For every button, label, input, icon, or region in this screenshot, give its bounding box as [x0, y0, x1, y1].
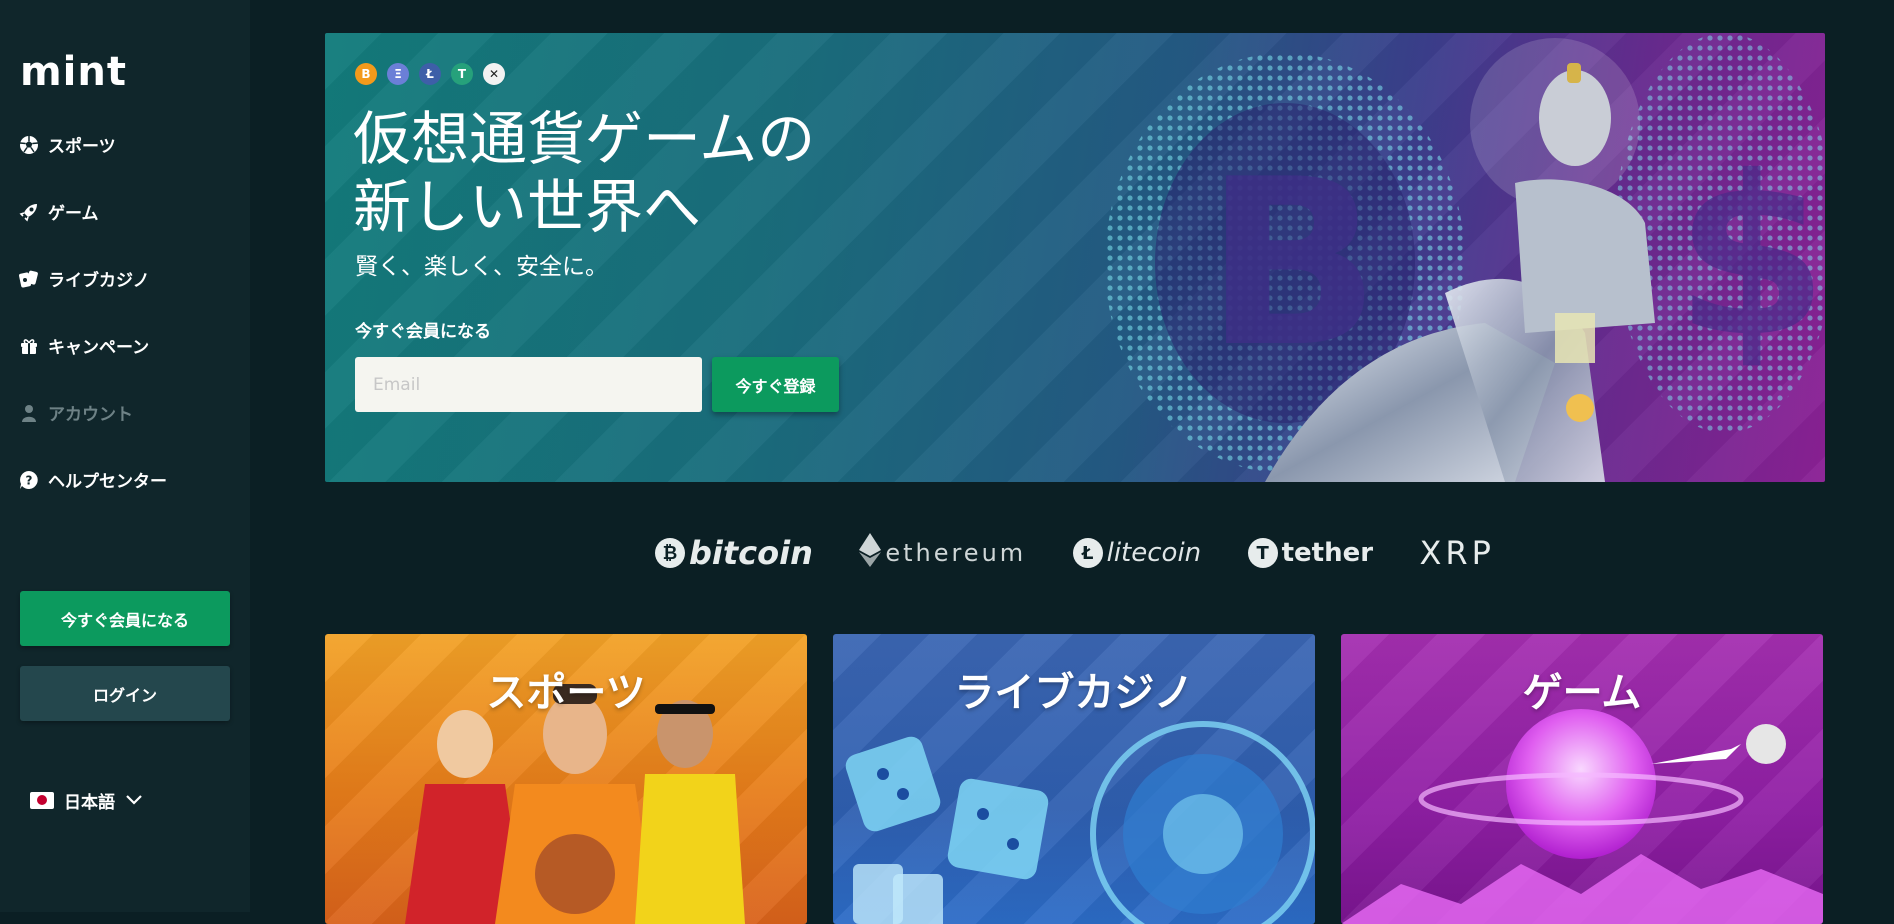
- rocket-icon: [18, 201, 40, 223]
- bitcoin-logo-icon: ₿: [655, 538, 685, 568]
- email-field[interactable]: [355, 357, 702, 412]
- ethereum-brand: ethereum: [859, 533, 1026, 573]
- language-selector[interactable]: 日本語: [30, 788, 143, 813]
- svg-text:B: B: [1205, 131, 1380, 398]
- sidebar-item-label: キャンペーン: [48, 338, 150, 358]
- sidebar: mint スポーツ ゲーム ライブカジノ キャンペーン アカウント ? ヘルプセ…: [0, 0, 250, 912]
- ethereum-coin-icon: Ξ: [387, 63, 409, 85]
- sidebar-item-label: アカウント: [48, 405, 133, 425]
- tether-brand-label: tether: [1281, 538, 1374, 568]
- sidebar-item-games[interactable]: ゲーム: [18, 199, 99, 224]
- sidebar-item-label: スポーツ: [48, 137, 116, 157]
- card-title: スポーツ: [486, 670, 646, 716]
- card-title: ゲーム: [1522, 670, 1642, 716]
- tether-logo-icon: T: [1247, 538, 1278, 568]
- hero-subtitle: 賢く、楽しく、安全に。: [355, 254, 608, 280]
- login-button[interactable]: ログイン: [20, 666, 230, 721]
- hero-banner: B $ B Ξ Ł T ✕ 仮想通貨ゲームの 新しい世界へ 賢く、楽しく、安全に…: [325, 33, 1825, 482]
- ethereum-brand-label: ethereum: [885, 539, 1027, 567]
- sidebar-item-label: ライブカジノ: [48, 271, 150, 291]
- register-button[interactable]: 今すぐ会員になる: [20, 591, 230, 646]
- bitcoin-brand: ₿ bitcoin: [655, 534, 813, 572]
- sidebar-item-label: ゲーム: [48, 204, 99, 224]
- tether-brand: T tether: [1247, 538, 1374, 568]
- svg-text:?: ?: [26, 473, 33, 487]
- mint-logo[interactable]: mint: [20, 52, 127, 92]
- bitcoin-coin-icon: B: [355, 63, 377, 85]
- xrp-brand: XRP: [1420, 534, 1495, 572]
- language-label: 日本語: [64, 793, 115, 813]
- soccer-ball-icon: [18, 134, 40, 156]
- category-card-live-casino[interactable]: ライブカジノ: [833, 634, 1315, 924]
- hero-register-button[interactable]: 今すぐ登録: [712, 357, 839, 412]
- user-icon: [18, 402, 40, 424]
- svg-text:$: $: [1675, 129, 1825, 385]
- crypto-brands-row: ₿ bitcoin ethereum Ł litecoin T tether X…: [655, 530, 1495, 576]
- litecoin-logo-icon: Ł: [1072, 538, 1103, 568]
- japan-flag-icon: [30, 792, 54, 809]
- category-card-sports[interactable]: スポーツ: [325, 634, 807, 924]
- chevron-down-icon: [125, 791, 143, 811]
- sidebar-item-account[interactable]: アカウント: [18, 400, 133, 425]
- xrp-brand-label: XRP: [1419, 534, 1495, 572]
- litecoin-brand: Ł litecoin: [1072, 538, 1202, 568]
- xrp-coin-icon: ✕: [483, 63, 505, 85]
- hero-cta-label: 今すぐ会員になる: [355, 322, 491, 342]
- hero-title: 仮想通貨ゲームの 新しい世界へ: [353, 105, 953, 241]
- hero-title-line1: 仮想通貨ゲームの: [353, 105, 816, 173]
- hero-title-line2: 新しい世界へ: [353, 173, 702, 241]
- category-card-games[interactable]: ゲーム: [1341, 634, 1823, 924]
- gift-icon: [18, 335, 40, 357]
- litecoin-coin-icon: Ł: [419, 63, 441, 85]
- sidebar-item-live-casino[interactable]: ライブカジノ: [18, 266, 150, 291]
- tether-coin-icon: T: [451, 63, 473, 85]
- ethereum-logo-icon: [859, 533, 882, 573]
- cards-icon: [18, 268, 40, 290]
- litecoin-brand-label: litecoin: [1106, 538, 1202, 568]
- coin-icons: B Ξ Ł T ✕: [355, 63, 505, 85]
- card-title: ライブカジノ: [954, 670, 1194, 716]
- sidebar-item-sports[interactable]: スポーツ: [18, 132, 116, 157]
- sidebar-item-campaign[interactable]: キャンペーン: [18, 333, 149, 358]
- hero-illustration: B $: [1105, 33, 1825, 482]
- sidebar-item-help-center[interactable]: ? ヘルプセンター: [18, 467, 167, 492]
- sidebar-item-label: ヘルプセンター: [48, 472, 167, 492]
- bitcoin-brand-label: bitcoin: [689, 534, 813, 572]
- help-icon: ?: [18, 469, 40, 491]
